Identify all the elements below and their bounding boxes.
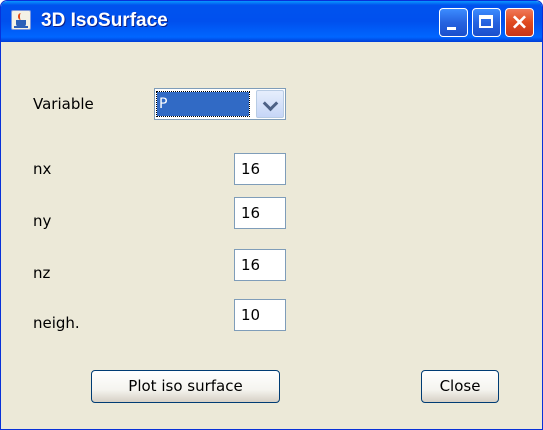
variable-label: Variable: [33, 95, 94, 113]
isosurface-dialog: 3D IsoSurface × Variable P nx ny nz neig…: [0, 0, 543, 430]
close-icon: ×: [510, 10, 529, 35]
window-title: 3D IsoSurface: [41, 10, 168, 31]
dropdown-arrow-button[interactable]: [256, 90, 284, 118]
maximize-button[interactable]: [472, 8, 501, 37]
close-button[interactable]: Close: [421, 370, 499, 403]
nx-label: nx: [33, 160, 52, 178]
minimize-button[interactable]: [439, 8, 468, 37]
nx-field[interactable]: [234, 153, 286, 185]
plot-iso-surface-button[interactable]: Plot iso surface: [91, 370, 280, 403]
ny-label: ny: [33, 212, 52, 230]
nz-label: nz: [33, 264, 51, 282]
maximize-icon: [479, 15, 493, 28]
title-bar[interactable]: 3D IsoSurface ×: [1, 1, 542, 42]
variable-selected-value: P: [156, 91, 250, 117]
minimize-icon: [447, 27, 456, 30]
nz-field[interactable]: [234, 249, 286, 281]
variable-dropdown[interactable]: P: [154, 88, 286, 120]
chevron-down-icon: [262, 95, 279, 112]
ny-field[interactable]: [234, 197, 286, 229]
java-coffee-cup-icon[interactable]: [11, 10, 31, 30]
neigh-field[interactable]: [234, 299, 286, 331]
close-window-button[interactable]: ×: [505, 8, 534, 37]
neigh-label: neigh.: [33, 314, 80, 332]
